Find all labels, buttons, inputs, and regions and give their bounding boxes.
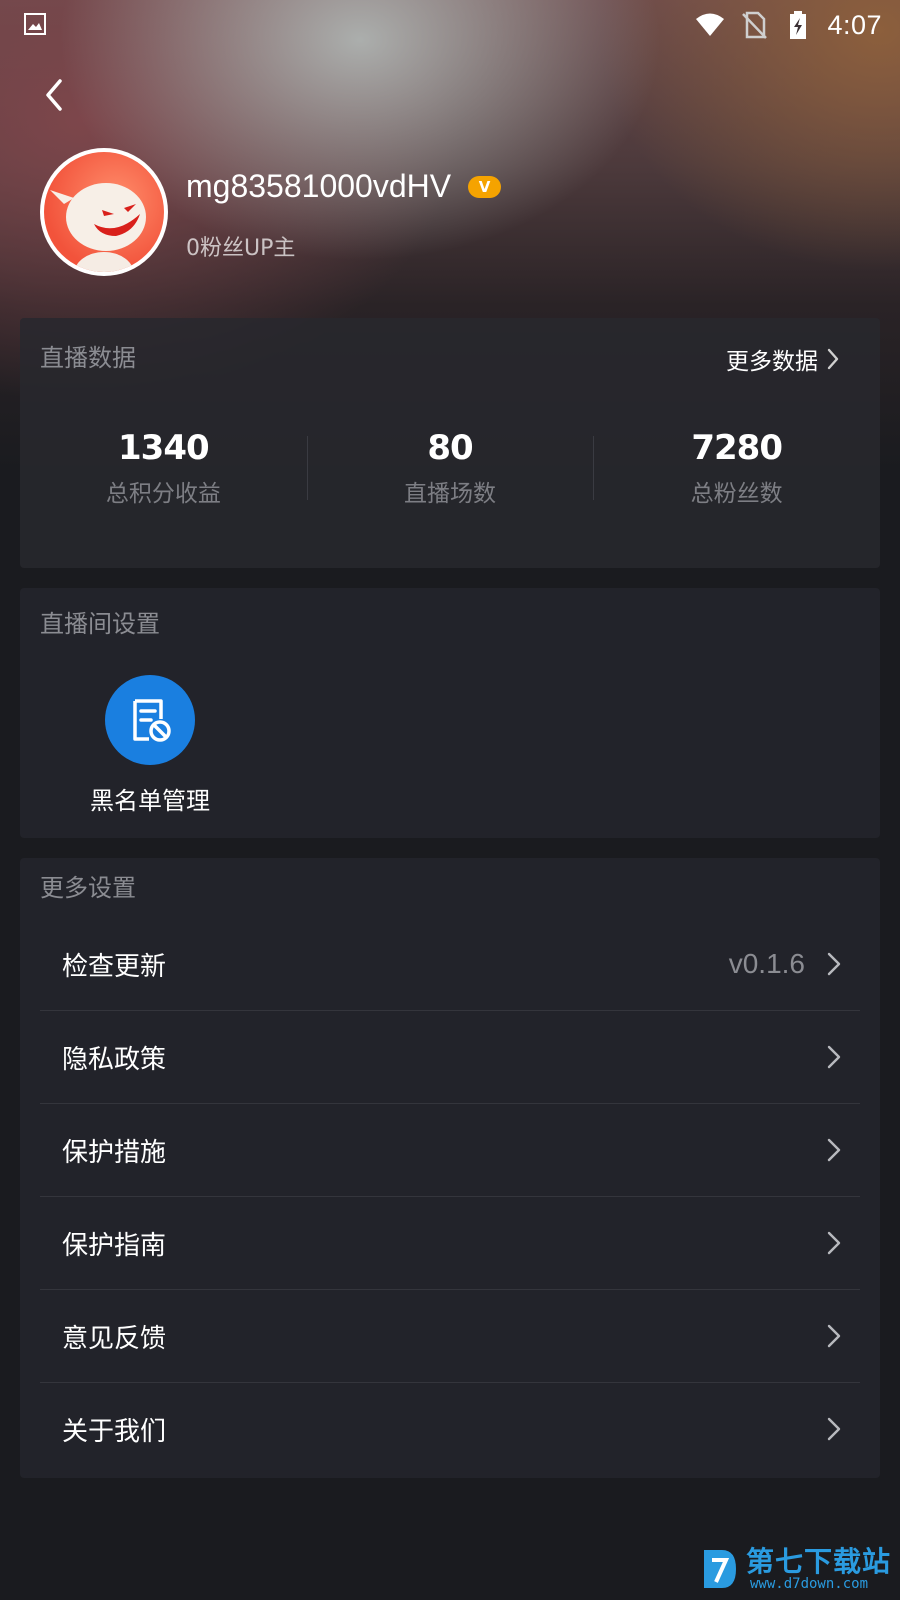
stat-total-points: 1340 总积分收益: [20, 428, 307, 508]
watermark-url: www.d7down.com: [750, 1576, 869, 1592]
chevron-left-icon: [46, 79, 62, 111]
menu-label: 保护措施: [62, 1137, 167, 1168]
gallery-icon: [24, 13, 46, 35]
no-sim-icon: [742, 11, 768, 39]
status-time: 4:07: [827, 9, 882, 40]
chevron-right-icon: [827, 1138, 841, 1162]
stat-label: 总积分收益: [105, 481, 221, 507]
blacklist-label: 黑名单管理: [90, 787, 210, 815]
settings-menu: 检查更新 v0.1.6 隐私政策 保护措施 保护指南 意见反馈 关于我们: [40, 918, 860, 1475]
avatar[interactable]: [40, 148, 168, 276]
version-value: v0.1.6: [728, 948, 805, 979]
card-title: 直播数据: [40, 344, 136, 372]
blacklist-icon: [105, 675, 195, 765]
live-data-card: 直播数据 更多数据 1340 总积分收益 80 直播场数 7280 总粉丝数: [20, 318, 880, 568]
blacklist-button[interactable]: 黑名单管理: [75, 675, 225, 816]
menu-item-protection-measures[interactable]: 保护措施: [40, 1104, 860, 1197]
username: mg83581000vdHV: [186, 168, 452, 204]
chevron-right-icon: [827, 952, 841, 976]
chevron-right-icon: [827, 1231, 841, 1255]
chevron-right-icon: [827, 348, 839, 370]
more-settings-card: 更多设置 检查更新 v0.1.6 隐私政策 保护措施 保护指南 意见反馈 关于我…: [20, 858, 880, 1478]
mascot-icon: [50, 183, 146, 272]
menu-label: 关于我们: [62, 1416, 167, 1447]
back-button[interactable]: [36, 75, 74, 115]
menu-label: 隐私政策: [62, 1044, 167, 1075]
stat-label: 直播场数: [404, 481, 496, 507]
watermark-name: 第七下载站: [746, 1545, 892, 1578]
more-data-link[interactable]: 更多数据: [726, 342, 840, 376]
stat-label: 总粉丝数: [690, 481, 783, 507]
verified-badge-icon: V: [468, 176, 501, 198]
chevron-right-icon: [827, 1417, 841, 1441]
d7-logo-icon: [704, 1550, 736, 1588]
menu-item-feedback[interactable]: 意见反馈: [40, 1290, 860, 1383]
menu-label: 检查更新: [62, 951, 167, 982]
follower-subtitle: 0粉丝UP主: [186, 236, 296, 261]
battery-charging-icon: [790, 11, 807, 39]
chevron-right-icon: [827, 1045, 841, 1069]
room-settings-card: 直播间设置 黑名单管理: [20, 588, 880, 838]
menu-item-about-us[interactable]: 关于我们: [40, 1383, 860, 1475]
menu-label: 意见反馈: [62, 1323, 167, 1354]
card-title: 直播间设置: [40, 610, 160, 638]
stat-value: 7280: [691, 428, 783, 468]
status-bar: 4:07: [0, 0, 900, 50]
menu-item-privacy-policy[interactable]: 隐私政策: [40, 1011, 860, 1104]
chevron-right-icon: [827, 1324, 841, 1348]
stat-value: 1340: [118, 428, 210, 468]
stats-row: 1340 总积分收益 80 直播场数 7280 总粉丝数: [20, 428, 880, 508]
menu-item-protection-guide[interactable]: 保护指南: [40, 1197, 860, 1290]
more-data-label: 更多数据: [726, 349, 818, 375]
stat-live-sessions: 80 直播场数: [306, 428, 594, 508]
menu-label: 保护指南: [62, 1230, 167, 1261]
card-title: 更多设置: [40, 874, 136, 902]
stat-total-fans: 7280 总粉丝数: [593, 428, 880, 508]
stat-value: 80: [427, 428, 473, 468]
watermark: 第七下载站 www.d7down.com: [702, 1540, 892, 1596]
menu-item-check-update[interactable]: 检查更新 v0.1.6: [40, 918, 860, 1011]
wifi-icon: [696, 13, 725, 36]
